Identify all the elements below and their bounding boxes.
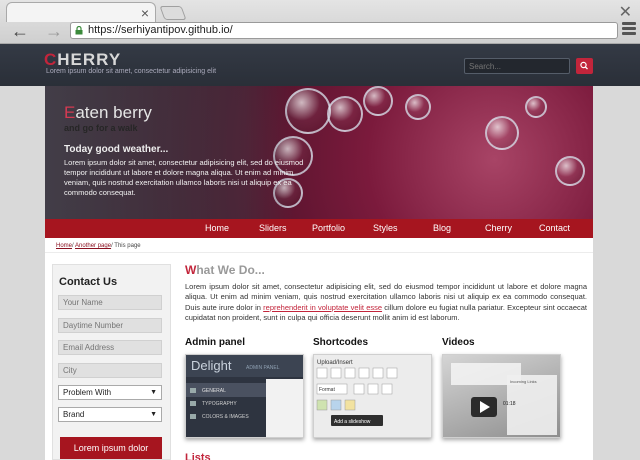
search-input[interactable] bbox=[464, 58, 570, 74]
browser-menu-icon[interactable] bbox=[622, 22, 636, 38]
lists-title: Lists bbox=[185, 452, 211, 460]
divider bbox=[45, 252, 593, 253]
brand-select[interactable]: Brand ▼ bbox=[58, 407, 162, 422]
breadcrumb-another-link[interactable]: Another page bbox=[75, 243, 111, 249]
svg-text:GENERAL: GENERAL bbox=[202, 388, 226, 394]
admin-panel-screenshot: Delight ADMIN PANEL GENERAL TYPOGRAPHY C… bbox=[186, 355, 303, 437]
nav-item-portfolio[interactable]: Portfolio bbox=[312, 223, 345, 233]
svg-text:Add a slideshow: Add a slideshow bbox=[334, 419, 371, 425]
breadcrumb-current: This page bbox=[114, 243, 141, 249]
url-text: https://serhiyantipov.github.io/ bbox=[88, 24, 233, 36]
section-text: Lorem ipsum dolor sit amet, consectetur … bbox=[185, 282, 587, 322]
inline-link[interactable]: reprehenderit in voluptate velit esse bbox=[263, 303, 382, 312]
shortcodes-title: Shortcodes bbox=[313, 337, 369, 348]
main-nav: Home Sliders Portfolio Styles Blog Cherr… bbox=[45, 219, 593, 238]
chevron-down-icon: ▼ bbox=[150, 411, 157, 418]
forward-arrow-icon[interactable]: → bbox=[42, 22, 66, 40]
bubble-decoration bbox=[327, 96, 363, 132]
contact-form: Contact Us Problem With ▼ Brand ▼ Lorem … bbox=[52, 264, 171, 460]
bubble-decoration bbox=[525, 96, 547, 118]
svg-text:Upload/Insert: Upload/Insert bbox=[317, 360, 353, 366]
svg-text:ADMIN PANEL: ADMIN PANEL bbox=[246, 365, 280, 371]
contact-title: Contact Us bbox=[59, 276, 118, 288]
bubble-decoration bbox=[555, 156, 585, 186]
lock-icon bbox=[75, 26, 83, 35]
svg-text:Incoming Links: Incoming Links bbox=[510, 379, 537, 384]
new-tab-button[interactable] bbox=[159, 6, 187, 20]
hero-heading: Today good weather... bbox=[64, 144, 169, 155]
svg-text:01:18: 01:18 bbox=[503, 401, 516, 407]
videos-thumbnail[interactable]: Incoming Links 01:18 bbox=[442, 354, 561, 438]
admin-panel-title: Admin panel bbox=[185, 337, 246, 348]
video-screenshot: Incoming Links 01:18 bbox=[451, 363, 557, 435]
problem-select-value: Problem With bbox=[63, 388, 112, 397]
section-title: What We Do... bbox=[185, 263, 265, 277]
submit-button[interactable]: Lorem ipsum dolor bbox=[60, 437, 162, 459]
email-field[interactable] bbox=[58, 340, 162, 355]
site-header: CHERRY Lorem ipsum dolor sit amet, conse… bbox=[0, 44, 640, 86]
shortcodes-screenshot: Upload/Insert Format Add a slideshow bbox=[316, 360, 398, 426]
videos-title: Videos bbox=[442, 337, 475, 348]
tab-close-icon[interactable]: × bbox=[141, 5, 149, 21]
admin-panel-thumbnail[interactable]: Delight ADMIN PANEL GENERAL TYPOGRAPHY C… bbox=[185, 354, 304, 438]
browser-tab[interactable]: × bbox=[6, 2, 156, 22]
nav-item-styles[interactable]: Styles bbox=[373, 223, 398, 233]
hero-subtitle: and go for a walk bbox=[64, 123, 138, 133]
svg-text:Delight: Delight bbox=[191, 358, 232, 373]
search-button[interactable] bbox=[576, 58, 593, 74]
nav-item-sliders[interactable]: Sliders bbox=[259, 223, 287, 233]
hero-title: Eaten berry bbox=[64, 103, 152, 122]
bubble-decoration bbox=[485, 116, 519, 150]
page-container: Eaten berry and go for a walk Today good… bbox=[45, 86, 593, 460]
breadcrumb: Home/ Another page/ This page bbox=[56, 243, 141, 249]
svg-text:Format: Format bbox=[319, 387, 335, 393]
site-tagline: Lorem ipsum dolor sit amet, consectetur … bbox=[46, 68, 217, 75]
address-bar[interactable]: https://serhiyantipov.github.io/ bbox=[70, 22, 618, 39]
bubble-decoration bbox=[363, 86, 393, 116]
name-field[interactable] bbox=[58, 295, 162, 310]
site-logo[interactable]: CHERRY bbox=[44, 50, 121, 70]
back-arrow-icon[interactable]: ← bbox=[8, 22, 32, 40]
hero-banner: Eaten berry and go for a walk Today good… bbox=[45, 86, 593, 219]
bubble-decoration bbox=[405, 94, 431, 120]
problem-select[interactable]: Problem With ▼ bbox=[58, 385, 162, 400]
svg-text:TYPOGRAPHY: TYPOGRAPHY bbox=[202, 401, 237, 407]
search-icon bbox=[580, 61, 588, 70]
browser-toolbar: × ✕ ← → https://serhiyantipov.github.io/ bbox=[0, 0, 640, 44]
nav-item-home[interactable]: Home bbox=[205, 223, 229, 233]
shortcodes-thumbnail[interactable]: Upload/Insert Format Add a slideshow bbox=[313, 354, 432, 438]
nav-item-blog[interactable]: Blog bbox=[433, 223, 451, 233]
chevron-down-icon: ▼ bbox=[150, 389, 157, 396]
nav-item-cherry[interactable]: Cherry bbox=[485, 223, 512, 233]
hero-text: Lorem ipsum dolor sit amet, consectetur … bbox=[64, 158, 304, 197]
breadcrumb-home-link[interactable]: Home bbox=[56, 243, 72, 249]
city-field[interactable] bbox=[58, 363, 162, 378]
nav-item-contact[interactable]: Contact bbox=[539, 223, 570, 233]
brand-select-value: Brand bbox=[63, 410, 85, 419]
window-close-icon[interactable]: ✕ bbox=[619, 2, 632, 22]
svg-text:COLORS & IMAGES: COLORS & IMAGES bbox=[202, 414, 249, 420]
phone-field[interactable] bbox=[58, 318, 162, 333]
